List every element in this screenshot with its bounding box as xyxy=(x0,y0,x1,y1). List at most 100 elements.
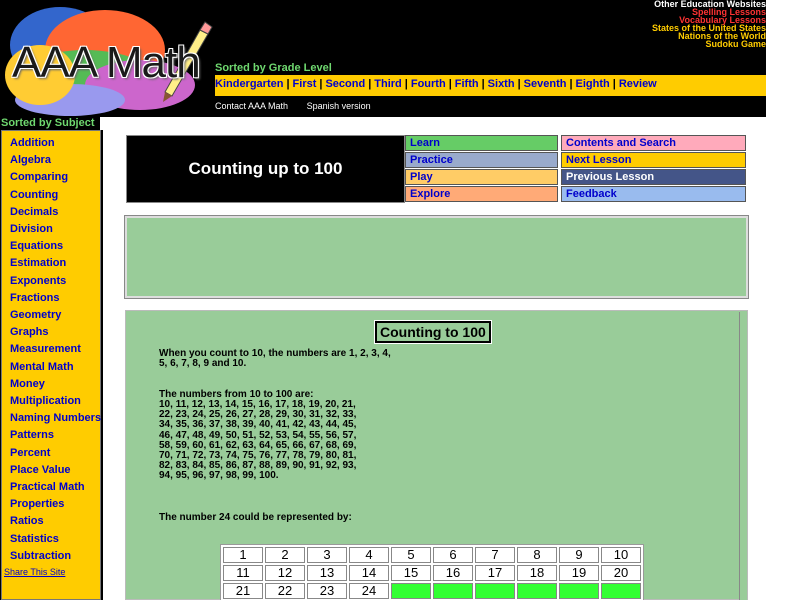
feedback-link[interactable]: Feedback xyxy=(561,186,746,202)
grid-cell: 18 xyxy=(517,565,557,581)
grade-link-second[interactable]: Second xyxy=(325,78,365,90)
subject-link-decimals[interactable]: Decimals xyxy=(10,206,58,218)
spanish-version-link[interactable]: Spanish version xyxy=(307,101,371,111)
grid-cell: 2 xyxy=(265,547,305,563)
numbers-10-to-100-text: 10, 11, 12, 13, 14, 15, 16, 17, 18, 19, … xyxy=(159,399,357,482)
subject-link-percent[interactable]: Percent xyxy=(10,447,50,459)
grid-cell: 21 xyxy=(223,583,263,599)
grid-row: 21 22 23 24 xyxy=(223,583,641,599)
grade-level-nav: Kindergarten | First | Second | Third | Fourth | F… xyxy=(215,75,766,96)
subject-link-money[interactable]: Money xyxy=(10,378,45,390)
subject-link-multiplication[interactable]: Multiplication xyxy=(10,395,81,407)
grid-cell: 5 xyxy=(391,547,431,563)
subject-link-equations[interactable]: Equations xyxy=(10,240,63,252)
grid-row: 11 12 13 14 15 16 17 18 19 20 xyxy=(223,565,641,581)
grid-cell: 6 xyxy=(433,547,473,563)
grade-separator: | xyxy=(517,78,521,90)
subject-list: Addition Algebra Comparing Counting Decimals… xyxy=(1,130,101,600)
learn-link[interactable]: Learn xyxy=(405,135,558,151)
subject-link-comparing[interactable]: Comparing xyxy=(10,171,68,183)
subject-link-geometry[interactable]: Geometry xyxy=(10,309,61,321)
grade-link-review[interactable]: Review xyxy=(619,78,657,90)
grade-link-kindergarten[interactable]: Kindergarten xyxy=(215,78,283,90)
subject-link-measurement[interactable]: Measurement xyxy=(10,343,81,355)
counting-to-ten-text: When you count to 10, the numbers are 1,… xyxy=(159,348,391,370)
subject-link-naming-numbers[interactable]: Naming Numbers xyxy=(10,412,101,424)
subject-link-statistics[interactable]: Statistics xyxy=(10,533,59,545)
grade-link-sixth[interactable]: Sixth xyxy=(488,78,515,90)
representation-text: The number 24 could be represented by: xyxy=(159,512,352,523)
sorted-by-subject-label: Sorted by Subject xyxy=(0,117,100,130)
grid-cell: 13 xyxy=(307,565,347,581)
grid-cell: 19 xyxy=(559,565,599,581)
grid-cell-empty xyxy=(433,583,473,599)
content-scroll-edge xyxy=(739,312,747,600)
grid-cell-empty xyxy=(517,583,557,599)
logo[interactable]: AAA Math xyxy=(0,0,215,117)
subject-link-ratios[interactable]: Ratios xyxy=(10,515,44,527)
external-link[interactable]: Sudoku Game xyxy=(652,40,766,49)
grid-cell: 9 xyxy=(559,547,599,563)
subject-link-fractions[interactable]: Fractions xyxy=(10,292,60,304)
subject-link-mental-math[interactable]: Mental Math xyxy=(10,361,74,373)
grid-cell: 16 xyxy=(433,565,473,581)
grid-cell: 14 xyxy=(349,565,389,581)
subject-link-exponents[interactable]: Exponents xyxy=(10,275,66,287)
subject-link-algebra[interactable]: Algebra xyxy=(10,154,51,166)
grid-cell-empty xyxy=(559,583,599,599)
grade-link-seventh[interactable]: Seventh xyxy=(524,78,567,90)
subject-link-division[interactable]: Division xyxy=(10,223,53,235)
grid-cell: 17 xyxy=(475,565,515,581)
grid-cell: 10 xyxy=(601,547,641,563)
subject-link-graphs[interactable]: Graphs xyxy=(10,326,49,338)
grade-separator: | xyxy=(404,78,408,90)
grid-cell: 11 xyxy=(223,565,263,581)
site-header: AAA Math Other Education Websites Spellin… xyxy=(0,0,766,117)
grid-cell-empty xyxy=(475,583,515,599)
grid-cell: 7 xyxy=(475,547,515,563)
grid-row: 1 2 3 4 5 6 7 8 9 10 xyxy=(223,547,641,563)
play-link[interactable]: Play xyxy=(405,169,558,185)
grade-separator: | xyxy=(448,78,452,90)
contact-link[interactable]: Contact AAA Math xyxy=(215,101,288,111)
grade-separator: | xyxy=(286,78,290,90)
grid-cell: 1 xyxy=(223,547,263,563)
next-lesson-link[interactable]: Next Lesson xyxy=(561,152,746,168)
subject-sidebar: Addition Algebra Comparing Counting Decimals… xyxy=(0,130,103,600)
subject-link-patterns[interactable]: Patterns xyxy=(10,429,54,441)
subject-link-estimation[interactable]: Estimation xyxy=(10,257,66,269)
subject-link-properties[interactable]: Properties xyxy=(10,498,64,510)
grid-cell: 3 xyxy=(307,547,347,563)
grid-cell: 4 xyxy=(349,547,389,563)
lesson-title-box: Counting up to 100 xyxy=(126,135,405,203)
previous-lesson-link[interactable]: Previous Lesson xyxy=(561,169,746,185)
grid-cell-empty xyxy=(601,583,641,599)
practice-link[interactable]: Practice xyxy=(405,152,558,168)
grid-cell-empty xyxy=(391,583,431,599)
contents-search-link[interactable]: Contents and Search xyxy=(561,135,746,151)
grade-link-first[interactable]: First xyxy=(293,78,317,90)
grade-link-eighth[interactable]: Eighth xyxy=(576,78,610,90)
subject-link-counting[interactable]: Counting xyxy=(10,189,58,201)
explore-link[interactable]: Explore xyxy=(405,186,558,202)
grade-separator: | xyxy=(569,78,573,90)
grade-separator: | xyxy=(319,78,323,90)
share-site-link[interactable]: Share This Site xyxy=(4,567,65,577)
subject-link-addition[interactable]: Addition xyxy=(10,137,55,149)
grid-cell: 22 xyxy=(265,583,305,599)
logo-text: AAA Math xyxy=(12,38,201,87)
grade-separator: | xyxy=(368,78,372,90)
subject-link-subtraction[interactable]: Subtraction xyxy=(10,550,71,562)
grade-separator: | xyxy=(612,78,616,90)
subject-link-place-value[interactable]: Place Value xyxy=(10,464,71,476)
subject-link-practical-math[interactable]: Practical Math xyxy=(10,481,85,493)
number-grid: 1 2 3 4 5 6 7 8 9 10 11 12 13 14 15 16 17 18 19 20 21 22 23 24 xyxy=(220,544,644,600)
grid-cell: 24 xyxy=(349,583,389,599)
grid-cell: 8 xyxy=(517,547,557,563)
grade-link-fourth[interactable]: Fourth xyxy=(411,78,446,90)
grade-link-fifth[interactable]: Fifth xyxy=(455,78,479,90)
grade-link-third[interactable]: Third xyxy=(374,78,402,90)
content-heading: Counting to 100 xyxy=(374,320,492,344)
external-links: Other Education Websites Spelling Lessons… xyxy=(652,0,766,49)
ad-area xyxy=(124,215,749,299)
